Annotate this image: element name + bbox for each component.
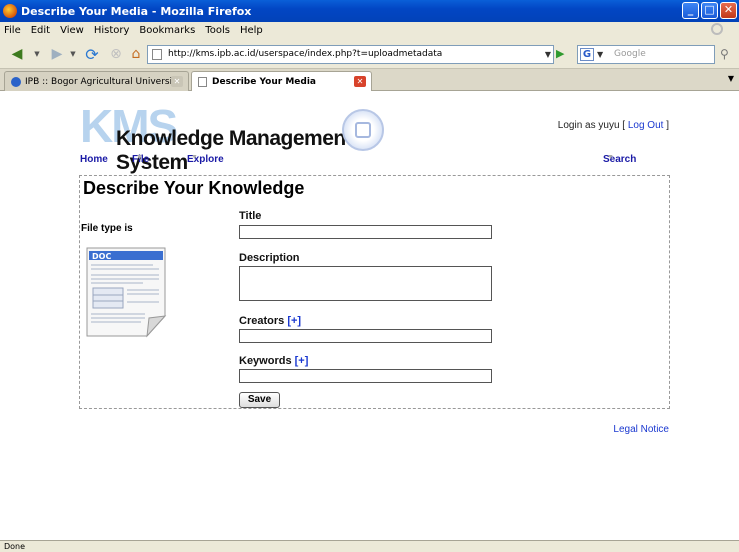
doc-icon-label: DOC — [92, 252, 111, 261]
window-title: Describe Your Media - Mozilla Firefox — [21, 4, 252, 18]
ipb-favicon — [11, 76, 21, 87]
menu-history[interactable]: History — [94, 25, 130, 36]
search-input[interactable]: G ▼ Google — [577, 45, 715, 64]
nav-home[interactable]: Home — [80, 154, 108, 165]
search-placeholder: Google — [614, 49, 646, 59]
menu-help[interactable]: Help — [240, 25, 263, 36]
keywords-field[interactable] — [239, 369, 492, 383]
address-bar[interactable]: http://kms.ipb.ac.id/userspace/index.php… — [147, 45, 554, 64]
login-status: Login as yuyu [ Log Out ] — [558, 120, 669, 131]
minimize-button[interactable]: _ — [682, 2, 699, 19]
tab-label: Describe Your Media — [212, 76, 316, 87]
page-title: Describe Your Knowledge — [83, 178, 305, 198]
back-arrow-icon[interactable]: ◀ — [4, 44, 30, 64]
add-keyword-link[interactable]: [+] — [295, 355, 309, 367]
legal-notice-link[interactable]: Legal Notice — [613, 424, 669, 435]
close-tab-icon[interactable]: ✕ — [354, 76, 366, 87]
menu-bookmarks[interactable]: Bookmarks — [139, 25, 195, 36]
chevron-down-icon: ▼ — [607, 154, 614, 161]
doc-file-icon: DOC — [86, 247, 167, 338]
throbber-icon — [711, 23, 723, 35]
login-prefix: Login as yuyu [ — [557, 120, 626, 131]
save-button[interactable]: Save — [239, 392, 280, 408]
maximize-button[interactable]: □ — [701, 2, 718, 19]
menu-tools[interactable]: Tools — [205, 25, 230, 36]
login-suffix: ] — [666, 120, 669, 131]
keywords-label: Keywords [+] — [239, 355, 308, 367]
stop-icon[interactable]: ⊗ — [106, 44, 126, 64]
page-content: KMS Knowledge Management System Login as… — [0, 91, 739, 540]
page-icon — [152, 49, 162, 60]
status-bar: Done — [0, 540, 739, 552]
tab-ipb[interactable]: IPB :: Bogor Agricultural University ✕ — [4, 71, 189, 91]
search-magnifier-icon[interactable]: ⚲ — [720, 47, 729, 61]
description-label: Description — [239, 252, 300, 264]
add-creator-link[interactable]: [+] — [287, 315, 301, 327]
url-dropdown-icon[interactable]: ▼ — [545, 46, 551, 63]
creators-label-text: Creators — [239, 315, 285, 327]
chevron-down-icon: ▼ — [136, 154, 143, 161]
menu-bar: File Edit View History Bookmarks Tools H… — [0, 22, 739, 39]
keywords-label-text: Keywords — [239, 355, 292, 367]
menu-file[interactable]: File — [4, 25, 21, 36]
tab-describe-media[interactable]: Describe Your Media ✕ — [191, 71, 372, 91]
search-engine-dropdown-icon[interactable]: ▼ — [597, 46, 603, 63]
university-seal-icon — [342, 109, 384, 151]
go-arrow-icon[interactable]: ▶ — [556, 47, 564, 60]
reload-icon[interactable]: ⟳ — [80, 44, 104, 64]
file-type-label: File type is — [81, 223, 133, 234]
google-icon[interactable]: G — [580, 48, 594, 61]
chevron-down-icon: ▼ — [191, 154, 198, 161]
menu-edit[interactable]: Edit — [31, 25, 50, 36]
back-dropdown-icon[interactable]: ▼ — [32, 44, 42, 64]
forward-arrow-icon[interactable]: ▶ — [45, 44, 69, 64]
describe-panel: Describe Your Knowledge File type is DOC… — [79, 175, 670, 409]
home-icon[interactable]: ⌂ — [126, 44, 146, 64]
firefox-icon — [3, 4, 17, 18]
navigation-toolbar: ◀ ▼ ▶ ▼ ⟳ ⊗ ⌂ http://kms.ipb.ac.id/users… — [0, 39, 739, 69]
close-tab-icon[interactable]: ✕ — [171, 76, 183, 87]
tab-label: IPB :: Bogor Agricultural University — [25, 76, 181, 87]
tab-list-dropdown-icon[interactable]: ▼ — [728, 74, 734, 83]
creators-field[interactable] — [239, 329, 492, 343]
menu-view[interactable]: View — [60, 25, 84, 36]
close-window-button[interactable]: ✕ — [720, 2, 737, 19]
logout-link[interactable]: Log Out — [628, 120, 664, 131]
window-controls: _ □ ✕ — [682, 2, 737, 19]
page-favicon — [198, 76, 207, 87]
title-field[interactable] — [239, 225, 492, 239]
creators-label: Creators [+] — [239, 315, 301, 327]
tab-strip: IPB :: Bogor Agricultural University ✕ D… — [0, 69, 739, 91]
title-label: Title — [239, 210, 262, 222]
description-field[interactable] — [239, 266, 492, 301]
window-title-bar: Describe Your Media - Mozilla Firefox _ … — [0, 0, 739, 22]
kms-logo[interactable]: KMS Knowledge Management System — [80, 103, 400, 174]
status-text: Done — [4, 542, 26, 551]
url-text: http://kms.ipb.ac.id/userspace/index.php… — [168, 49, 443, 59]
forward-dropdown-icon[interactable]: ▼ — [68, 44, 78, 64]
site-nav: Home File ▼ Explore ▼ Search ▼ — [80, 154, 670, 168]
